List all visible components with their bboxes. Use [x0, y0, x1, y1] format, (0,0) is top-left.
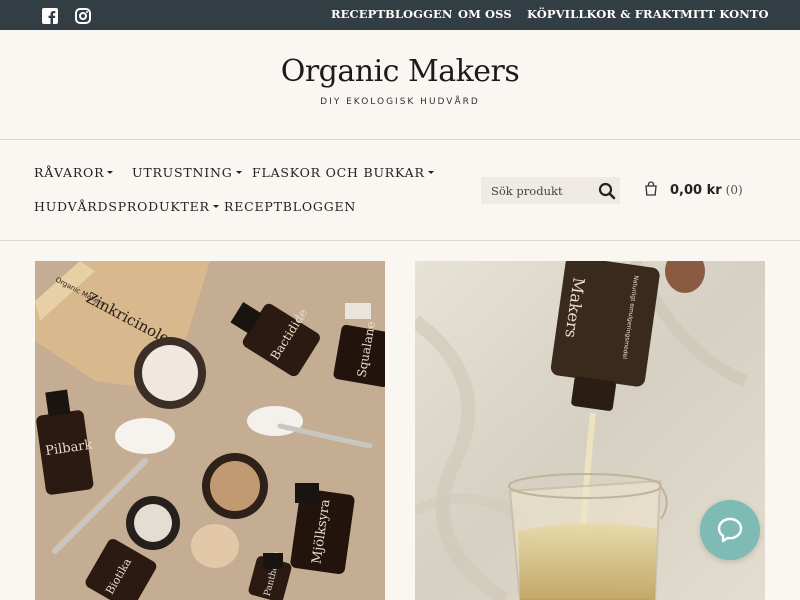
nav-label: UTRUSTNING [132, 165, 233, 180]
topnav-kopvillkor[interactable]: KÖPVILLKOR & FRAKT [527, 7, 680, 21]
facebook-icon[interactable] [42, 8, 58, 24]
topnav-receptbloggen[interactable]: RECEPTBLOGGEN [331, 7, 453, 21]
nav-item-ravaror[interactable]: RÅVAROR [34, 165, 114, 180]
site-header: Organic Makers DIY EKOLOGISK HUDVÅRD [0, 30, 800, 140]
site-logo[interactable]: Organic Makers [0, 54, 800, 89]
cart-button[interactable]: 0,00 kr (0) [644, 180, 743, 200]
site-tagline: DIY EKOLOGISK HUDVÅRD [320, 97, 480, 107]
caret-down-icon [107, 171, 114, 174]
nav-label: RECEPTBLOGGEN [224, 199, 357, 214]
nav-label: FLASKOR OCH BURKAR [252, 165, 425, 180]
caret-down-icon [427, 171, 434, 174]
nav-item-receptbloggen[interactable]: RECEPTBLOGGEN [224, 199, 356, 214]
nav-item-flaskor[interactable]: FLASKOR OCH BURKAR [252, 165, 434, 180]
search-icon[interactable] [597, 181, 617, 201]
search-box [481, 177, 620, 204]
top-bar: RECEPTBLOGGEN OM OSS KÖPVILLKOR & FRAKT … [0, 0, 800, 30]
nav-item-utrustning[interactable]: UTRUSTNING [132, 165, 242, 180]
cart-amount: 0,00 kr [670, 182, 722, 198]
topnav-om-oss[interactable]: OM OSS [458, 7, 512, 21]
shopping-bag-icon [644, 180, 658, 200]
topnav-mitt-konto[interactable]: MITT KONTO [680, 7, 769, 21]
cart-count: (0) [725, 183, 743, 197]
nav-label: HUDVÅRDSPRODUKTER [34, 199, 210, 214]
flatlay-image: Zinkricinoleat Organic Makers Bactidide … [35, 261, 385, 600]
product-photo-left[interactable]: Zinkricinoleat Organic Makers Bactidide … [35, 261, 385, 600]
chat-bubble-icon[interactable] [700, 500, 760, 560]
instagram-icon[interactable] [75, 8, 91, 24]
nav-label: RÅVAROR [34, 165, 105, 180]
search-input[interactable] [481, 177, 591, 204]
caret-down-icon [212, 205, 219, 208]
nav-item-hudvard[interactable]: HUDVÅRDSPRODUKTER [34, 199, 219, 214]
caret-down-icon [235, 171, 242, 174]
